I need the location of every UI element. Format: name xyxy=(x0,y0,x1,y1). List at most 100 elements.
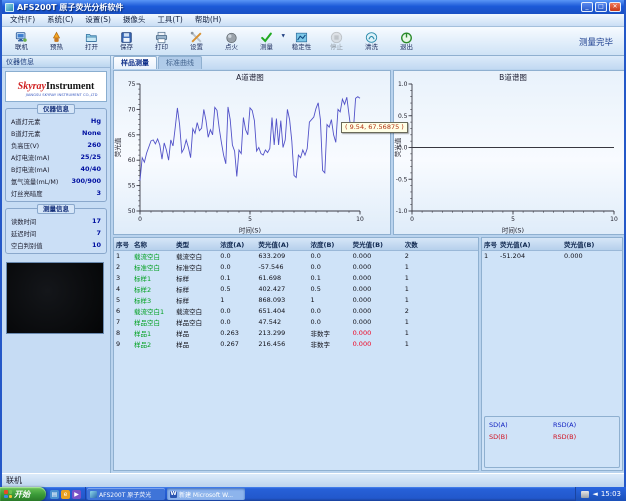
table-cell: 0.0 xyxy=(218,316,256,327)
svg-text:0.5: 0.5 xyxy=(398,113,408,120)
table-cell: 0.0 xyxy=(218,261,256,272)
stability-button[interactable]: 稳定性 xyxy=(284,28,319,55)
table-cell: 载流空白1 xyxy=(132,305,174,316)
menu-item-5[interactable]: 帮助(H) xyxy=(189,14,228,26)
menu-item-1[interactable]: 系统(C) xyxy=(41,14,79,26)
quick-ie-icon[interactable]: e xyxy=(61,490,70,499)
menu-item-2[interactable]: 设置(S) xyxy=(79,14,117,26)
tray-volume-icon[interactable]: ◄ xyxy=(592,490,597,498)
svg-text:65: 65 xyxy=(128,132,136,139)
open-button[interactable]: 打开 xyxy=(74,28,109,55)
toolbar-button-label: 测量 xyxy=(260,44,273,51)
results-row[interactable]: 1-51.2040.000 xyxy=(482,250,622,261)
table-cell: 非数字 xyxy=(309,327,351,338)
toolbar-button-label: 清洗 xyxy=(365,44,378,51)
table-cell: 0.5 xyxy=(309,283,351,294)
table-cell: 1 xyxy=(403,338,478,349)
table-cell: 9 xyxy=(114,338,132,349)
print-button[interactable]: 打印 xyxy=(144,28,179,55)
table-row[interactable]: 5标样3标样1868.09310.0001 xyxy=(114,294,478,305)
table-row[interactable]: 3标样1标样0.161.6980.10.0001 xyxy=(114,272,478,283)
close-icon[interactable]: ✕ xyxy=(609,2,621,12)
table-cell: 0.1 xyxy=(309,272,351,283)
chart-a-panel[interactable]: A道谱图5055606570750510时间(S)荧光值 xyxy=(113,70,391,235)
measure-button[interactable]: 测量▼ xyxy=(249,28,284,55)
ignite-button[interactable]: 点火 xyxy=(214,28,249,55)
column-header: 名称 xyxy=(132,238,174,250)
restore-icon[interactable]: □ xyxy=(595,2,607,12)
table-cell: 61.698 xyxy=(256,272,308,283)
toolbar-button-label: 打开 xyxy=(85,44,98,51)
minimize-icon[interactable]: _ xyxy=(581,2,593,12)
table-row[interactable]: 7样品空白样品空白0.047.5420.00.0001 xyxy=(114,316,478,327)
quick-player-icon[interactable]: ▶ xyxy=(72,490,81,499)
start-button[interactable]: 开始 xyxy=(0,487,46,501)
svg-text:时间(S): 时间(S) xyxy=(502,226,524,235)
table-cell: 3 xyxy=(114,272,132,283)
table-cell: 0.0 xyxy=(218,250,256,261)
table-cell: 2 xyxy=(403,305,478,316)
save-button[interactable]: 保存 xyxy=(109,28,144,55)
chart-b-panel[interactable]: B道谱图-1.0-0.50.00.51.00510时间(S)荧光值 xyxy=(393,70,624,235)
info-row-label: 空白判别值 xyxy=(11,241,42,250)
table-row[interactable]: 2标准空白标准空白0.0-57.5460.00.0001 xyxy=(114,261,478,272)
table-cell: 样品空白 xyxy=(132,316,174,327)
bottom-row: 序号名称类型浓度(A)荧光值(A)浓度(B)荧光值(B)次数1载流空白载流空白0… xyxy=(111,235,624,473)
task-afs200t[interactable]: AFS200T 原子荧光 xyxy=(87,488,165,500)
info-row: A灯电流(mA)25/25 xyxy=(8,151,104,163)
svg-text:0: 0 xyxy=(410,216,414,223)
menu-item-3[interactable]: 摄像头 xyxy=(117,14,152,26)
table-cell: 0.000 xyxy=(351,316,403,327)
table-cell: 标样 xyxy=(174,294,218,305)
tab-sample-measurement[interactable]: 样品测量 xyxy=(113,56,157,69)
table-cell: 0.000 xyxy=(351,305,403,316)
column-header: 浓度(A) xyxy=(218,238,256,250)
results-cell: 0.000 xyxy=(562,250,622,261)
table-row[interactable]: 4标样2标样0.5402.4270.50.0001 xyxy=(114,283,478,294)
table-row[interactable]: 8样品1样品0.263213.299非数字0.0001 xyxy=(114,327,478,338)
statusbar: 联机 xyxy=(2,473,624,487)
toolbar: 联机预热打开保存打印设置点火测量▼稳定性停止清洗退出测量完毕 xyxy=(2,27,624,56)
quick-desktop-icon[interactable]: ▤ xyxy=(50,490,59,499)
table-cell: 1 xyxy=(114,250,132,261)
table-cell: 5 xyxy=(114,294,132,305)
preheat-button[interactable]: 预热 xyxy=(39,28,74,55)
column-header: 荧光值(A) xyxy=(498,238,562,250)
table-row[interactable]: 1载流空白载流空白0.0633.2090.00.0002 xyxy=(114,250,478,261)
table-cell: 标样 xyxy=(174,272,218,283)
table-cell: 0.000 xyxy=(351,250,403,261)
chart-a[interactable]: A道谱图5055606570750510时间(S)荧光值 xyxy=(114,71,390,235)
stop-button[interactable]: 停止 xyxy=(319,28,354,55)
info-row-label: B道灯元素 xyxy=(11,129,41,138)
task-word-document[interactable]: W新建 Microsoft W... xyxy=(167,488,245,500)
info-row-label: A道灯元素 xyxy=(11,117,41,126)
table-cell: 633.209 xyxy=(256,250,308,261)
menu-item-4[interactable]: 工具(T) xyxy=(151,14,188,26)
exit-button[interactable]: 退出 xyxy=(389,28,424,55)
info-row-label: 延迟时间 xyxy=(11,229,36,238)
table-cell: 0.000 xyxy=(351,338,403,349)
table-cell: 0.0 xyxy=(309,261,351,272)
info-row-value: 3 xyxy=(96,189,101,197)
info-row-label: 负高压(V) xyxy=(11,141,39,150)
svg-text:5: 5 xyxy=(248,216,252,223)
clean-button[interactable]: 清洗 xyxy=(354,28,389,55)
settings-button[interactable]: 设置 xyxy=(179,28,214,55)
table-cell: 1 xyxy=(218,294,256,305)
table-row[interactable]: 9样品2样品0.267216.456非数字0.0001 xyxy=(114,338,478,349)
menu-item-0[interactable]: 文件(F) xyxy=(4,14,41,26)
chart-b[interactable]: B道谱图-1.0-0.50.00.51.00510时间(S)荧光值 xyxy=(394,71,624,235)
connect-button[interactable]: 联机 xyxy=(4,28,39,55)
table-cell: 1 xyxy=(403,327,478,338)
tray-device-icon[interactable] xyxy=(581,491,589,498)
svg-text:B道谱图: B道谱图 xyxy=(499,72,527,82)
table-row[interactable]: 6载流空白1载流空白0.0651.4040.00.0002 xyxy=(114,305,478,316)
stat-label-rsdb: RSD(B) xyxy=(553,433,615,441)
svg-text:5: 5 xyxy=(511,216,515,223)
table-cell: 1 xyxy=(403,294,478,305)
table-cell: 0.0 xyxy=(309,316,351,327)
table-cell: 6 xyxy=(114,305,132,316)
tab-standard-curve[interactable]: 标准曲线 xyxy=(158,56,202,69)
stat-label-sda: SD(A) xyxy=(489,421,551,429)
titlebar: AFS200T 原子荧光分析软件 _ □ ✕ xyxy=(2,0,624,14)
